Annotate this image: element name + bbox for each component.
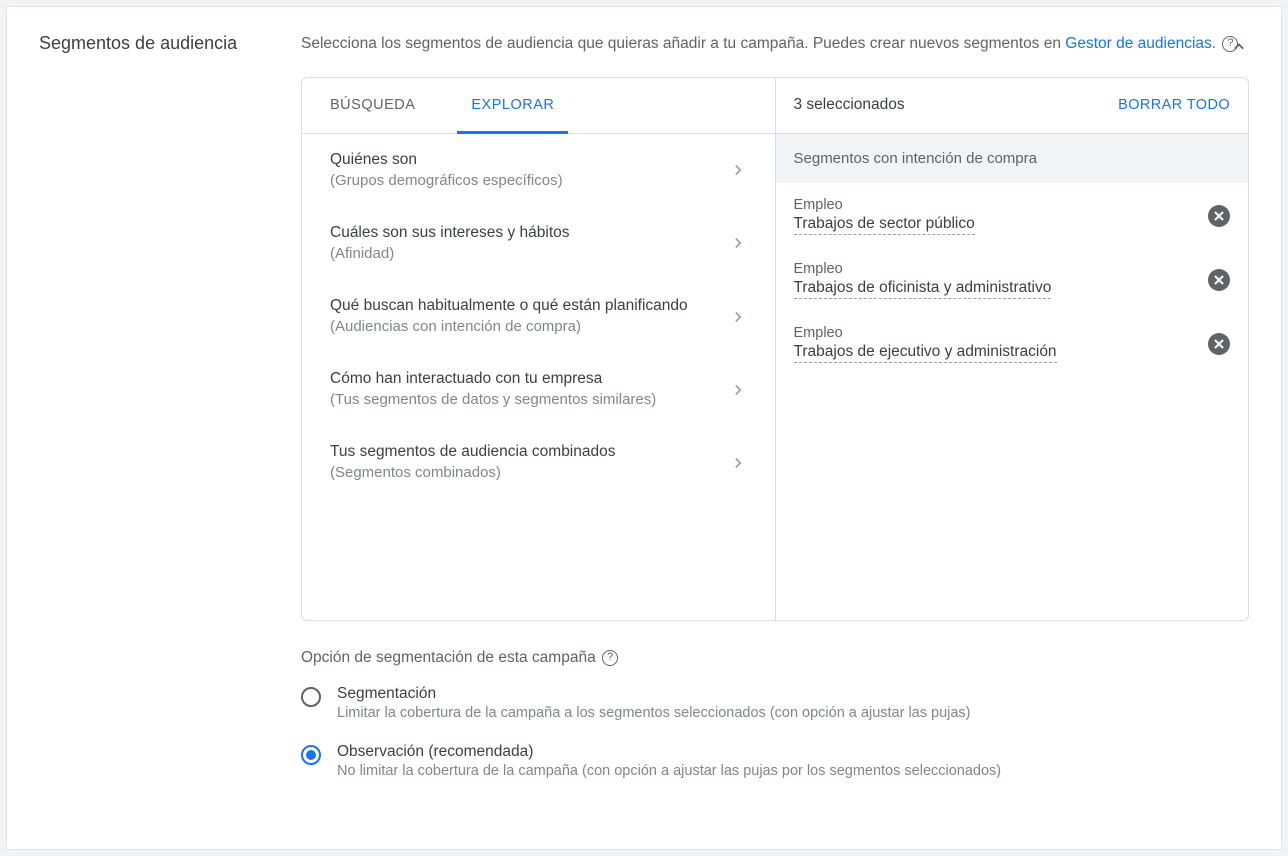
radio-icon [301,687,321,707]
selected-item-name[interactable]: Trabajos de ejecutivo y administración [794,343,1057,363]
tab-search[interactable]: BÚSQUEDA [302,78,443,133]
explore-list: Quiénes son(Grupos demográficos específi… [302,134,775,620]
selected-list: Empleo Trabajos de sector público Empleo Tr… [776,183,1249,375]
explore-panel: BÚSQUEDA EXPLORAR Quiénes son(Grupos dem… [302,78,776,620]
targeting-option-section: Opción de segmentación de esta campaña ?… [301,649,1249,779]
chevron-right-icon [729,308,747,326]
radio-description: No limitar la cobertura de la campaña (c… [337,763,1001,779]
selected-item: Empleo Trabajos de ejecutivo y administra… [776,311,1249,375]
audience-manager-link[interactable]: Gestor de audiencias [1065,35,1211,52]
radio-icon [301,745,321,765]
section-title: Segmentos de audiencia [39,33,301,54]
radio-description: Limitar la cobertura de la campaña a los… [337,705,971,721]
remove-item-button[interactable] [1208,205,1230,227]
selected-group-header: Segmentos con intención de compra [776,134,1249,183]
targeting-title: Opción de segmentación de esta campaña ? [301,649,1249,667]
remove-item-button[interactable] [1208,333,1230,355]
explore-item-title: Cómo han interactuado con tu empresa [330,369,729,390]
segment-picker: BÚSQUEDA EXPLORAR Quiénes son(Grupos dem… [301,77,1249,621]
radio-observation[interactable]: Observación (recomendada) No limitar la … [301,743,1249,779]
explore-item-title: Tus segmentos de audiencia combinados [330,442,729,463]
audience-segments-card: Segmentos de audiencia Selecciona los se… [6,6,1282,850]
explore-item-title: Cuáles son sus intereses y hábitos [330,223,729,244]
clear-all-button[interactable]: BORRAR TODO [1118,97,1230,113]
explore-item-title: Quiénes son [330,150,729,171]
explore-item-subtitle: (Segmentos combinados) [330,463,729,483]
tabs: BÚSQUEDA EXPLORAR [302,78,775,134]
explore-item[interactable]: Qué buscan habitualmente o qué están pla… [302,280,775,353]
selected-item-category: Empleo [794,197,1199,213]
selected-item-category: Empleo [794,261,1199,277]
explore-item[interactable]: Cuáles son sus intereses y hábitos(Afini… [302,207,775,280]
explore-item-subtitle: (Grupos demográficos específicos) [330,171,729,191]
chevron-right-icon [729,161,747,179]
help-icon[interactable]: ? [602,650,618,666]
explore-item[interactable]: Tus segmentos de audiencia combinados(Se… [302,426,775,499]
tab-explore[interactable]: EXPLORAR [443,78,582,133]
selected-item: Empleo Trabajos de oficinista y administr… [776,247,1249,311]
explore-item-title: Qué buscan habitualmente o qué están pla… [330,296,729,317]
chevron-right-icon [729,454,747,472]
selected-count: 3 seleccionados [794,96,905,114]
selected-item-category: Empleo [794,325,1199,341]
remove-item-button[interactable] [1208,269,1230,291]
chevron-right-icon [729,381,747,399]
selected-item-name[interactable]: Trabajos de sector público [794,215,975,235]
explore-item-subtitle: (Tus segmentos de datos y segmentos simi… [330,390,729,410]
intro-text: Selecciona los segmentos de audiencia qu… [301,33,1249,55]
radio-targeting[interactable]: Segmentación Limitar la cobertura de la … [301,685,1249,721]
explore-item[interactable]: Quiénes son(Grupos demográficos específi… [302,134,775,207]
explore-item-subtitle: (Afinidad) [330,244,729,264]
radio-label: Segmentación [337,685,971,703]
explore-item[interactable]: Cómo han interactuado con tu empresa(Tus… [302,353,775,426]
selected-panel: 3 seleccionados BORRAR TODO Segmentos co… [776,78,1249,620]
collapse-section-button[interactable] [1229,37,1249,57]
chevron-right-icon [729,234,747,252]
selected-item: Empleo Trabajos de sector público [776,183,1249,247]
explore-item-subtitle: (Audiencias con intención de compra) [330,317,729,337]
radio-label: Observación (recomendada) [337,743,1001,761]
selected-item-name[interactable]: Trabajos de oficinista y administrativo [794,279,1052,299]
